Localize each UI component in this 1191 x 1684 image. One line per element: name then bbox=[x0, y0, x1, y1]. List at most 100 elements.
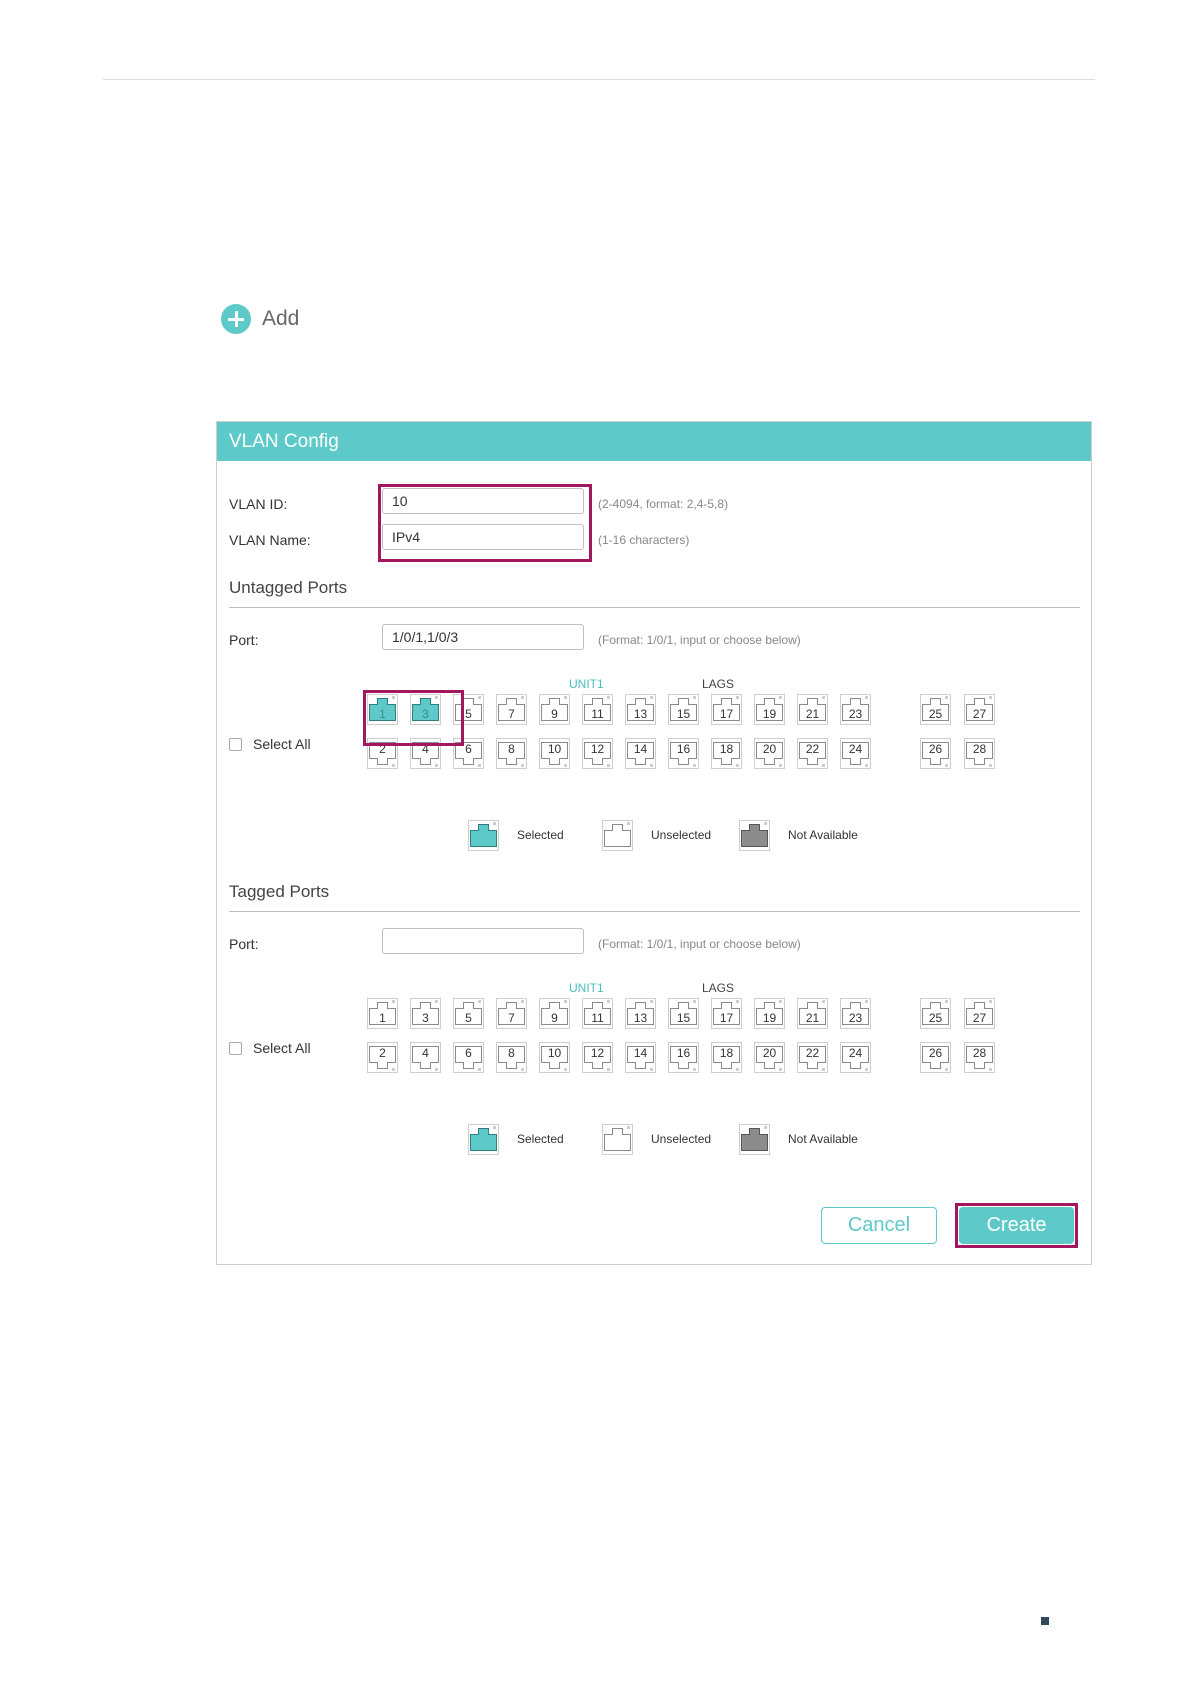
untagged-port-input[interactable] bbox=[382, 624, 584, 650]
untagged-port-3[interactable]: 3 bbox=[410, 694, 441, 725]
tagged-port-1[interactable]: 1 bbox=[367, 998, 398, 1029]
port-number: 2 bbox=[379, 1046, 386, 1060]
tagged-port-16[interactable]: 16 bbox=[668, 1042, 699, 1073]
untagged-port-14[interactable]: 14 bbox=[625, 738, 656, 769]
untagged-port-8[interactable]: 8 bbox=[496, 738, 527, 769]
untagged-port-21[interactable]: 21 bbox=[797, 694, 828, 725]
tagged-select-all-label: Select All bbox=[253, 1040, 311, 1056]
untagged-port-11[interactable]: 11 bbox=[582, 694, 613, 725]
untagged-divider bbox=[229, 607, 1080, 608]
tagged-port-14[interactable]: 14 bbox=[625, 1042, 656, 1073]
tagged-port-input[interactable] bbox=[382, 928, 584, 954]
port-number: 4 bbox=[422, 1046, 429, 1060]
port-number: 26 bbox=[928, 742, 943, 756]
port-number: 7 bbox=[508, 707, 515, 721]
untagged-port-26[interactable]: 26 bbox=[920, 738, 951, 769]
untagged-port-20[interactable]: 20 bbox=[754, 738, 785, 769]
untagged-port-27[interactable]: 27 bbox=[964, 694, 995, 725]
legend-not-available-label: Not Available bbox=[788, 1132, 858, 1146]
tagged-port-25[interactable]: 25 bbox=[920, 998, 951, 1029]
legend-unselected-label: Unselected bbox=[651, 828, 712, 842]
untagged-unit-label: UNIT1 bbox=[569, 677, 604, 691]
untagged-port-25[interactable]: 25 bbox=[920, 694, 951, 725]
vlan-config-panel: VLAN Config VLAN ID: (2-4094, format: 2,… bbox=[216, 421, 1092, 1265]
untagged-port-1[interactable]: 1 bbox=[367, 694, 398, 725]
untagged-port-24[interactable]: 24 bbox=[840, 738, 871, 769]
untagged-port-23[interactable]: 23 bbox=[840, 694, 871, 725]
tagged-port-23[interactable]: 23 bbox=[840, 998, 871, 1029]
port-number: 17 bbox=[719, 707, 734, 721]
tagged-port-28[interactable]: 28 bbox=[964, 1042, 995, 1073]
untagged-port-18[interactable]: 18 bbox=[711, 738, 742, 769]
untagged-port-12[interactable]: 12 bbox=[582, 738, 613, 769]
port-number: 18 bbox=[719, 1046, 734, 1060]
port-number: 1 bbox=[379, 707, 386, 721]
untagged-port-2[interactable]: 2 bbox=[367, 738, 398, 769]
tagged-port-2[interactable]: 2 bbox=[367, 1042, 398, 1073]
untagged-port-4[interactable]: 4 bbox=[410, 738, 441, 769]
tagged-port-27[interactable]: 27 bbox=[964, 998, 995, 1029]
untagged-port-16[interactable]: 16 bbox=[668, 738, 699, 769]
port-number: 21 bbox=[805, 707, 820, 721]
port-number: 22 bbox=[805, 742, 820, 756]
tagged-port-20[interactable]: 20 bbox=[754, 1042, 785, 1073]
port-number: 9 bbox=[551, 1011, 558, 1025]
port-number: 8 bbox=[508, 1046, 515, 1060]
tagged-port-5[interactable]: 5 bbox=[453, 998, 484, 1029]
tagged-port-24[interactable]: 24 bbox=[840, 1042, 871, 1073]
tagged-port-26[interactable]: 26 bbox=[920, 1042, 951, 1073]
untagged-port-7[interactable]: 7 bbox=[496, 694, 527, 725]
untagged-port-13[interactable]: 13 bbox=[625, 694, 656, 725]
vlan-id-input[interactable] bbox=[382, 488, 584, 514]
port-number: 16 bbox=[676, 742, 691, 756]
tagged-port-10[interactable]: 10 bbox=[539, 1042, 570, 1073]
untagged-port-label: Port: bbox=[229, 632, 259, 648]
tagged-port-15[interactable]: 15 bbox=[668, 998, 699, 1029]
untagged-select-all[interactable]: Select All bbox=[229, 736, 311, 752]
tagged-port-19[interactable]: 19 bbox=[754, 998, 785, 1029]
untagged-port-5[interactable]: 5 bbox=[453, 694, 484, 725]
tagged-port-17[interactable]: 17 bbox=[711, 998, 742, 1029]
untagged-port-19[interactable]: 19 bbox=[754, 694, 785, 725]
create-button[interactable]: Create bbox=[959, 1207, 1074, 1244]
untagged-port-6[interactable]: 6 bbox=[453, 738, 484, 769]
tagged-port-3[interactable]: 3 bbox=[410, 998, 441, 1029]
vlan-id-label: VLAN ID: bbox=[229, 496, 288, 512]
untagged-ports-title: Untagged Ports bbox=[229, 578, 348, 597]
untagged-port-15[interactable]: 15 bbox=[668, 694, 699, 725]
add-button[interactable]: Add bbox=[221, 303, 299, 335]
tagged-port-18[interactable]: 18 bbox=[711, 1042, 742, 1073]
untagged-port-22[interactable]: 22 bbox=[797, 738, 828, 769]
legend-not-available-label: Not Available bbox=[788, 828, 858, 842]
port-number: 11 bbox=[591, 1011, 604, 1025]
untagged-port-10[interactable]: 10 bbox=[539, 738, 570, 769]
untagged-select-all-checkbox[interactable] bbox=[229, 737, 242, 751]
tagged-port-9[interactable]: 9 bbox=[539, 998, 570, 1029]
tagged-port-6[interactable]: 6 bbox=[453, 1042, 484, 1073]
tagged-port-12[interactable]: 12 bbox=[582, 1042, 613, 1073]
tagged-port-label: Port: bbox=[229, 936, 259, 952]
tagged-port-4[interactable]: 4 bbox=[410, 1042, 441, 1073]
tagged-select-all[interactable]: Select All bbox=[229, 1040, 311, 1056]
port-number: 27 bbox=[972, 1011, 987, 1025]
port-number: 6 bbox=[465, 1046, 472, 1060]
tagged-port-11[interactable]: 11 bbox=[582, 998, 613, 1029]
untagged-port-17[interactable]: 17 bbox=[711, 694, 742, 725]
port-number: 5 bbox=[465, 707, 472, 721]
vlan-name-input[interactable] bbox=[382, 524, 584, 550]
tagged-port-7[interactable]: 7 bbox=[496, 998, 527, 1029]
tagged-select-all-checkbox[interactable] bbox=[229, 1041, 242, 1055]
untagged-port-28[interactable]: 28 bbox=[964, 738, 995, 769]
tagged-port-22[interactable]: 22 bbox=[797, 1042, 828, 1073]
port-number: 17 bbox=[719, 1011, 734, 1025]
port-number: 15 bbox=[676, 1011, 691, 1025]
tagged-port-8[interactable]: 8 bbox=[496, 1042, 527, 1073]
cancel-button[interactable]: Cancel bbox=[821, 1207, 937, 1244]
tagged-port-21[interactable]: 21 bbox=[797, 998, 828, 1029]
port-number: 12 bbox=[590, 742, 605, 756]
port-number: 9 bbox=[551, 707, 558, 721]
port-number: 24 bbox=[848, 1046, 863, 1060]
tagged-port-13[interactable]: 13 bbox=[625, 998, 656, 1029]
untagged-port-9[interactable]: 9 bbox=[539, 694, 570, 725]
port-number: 4 bbox=[422, 742, 429, 756]
